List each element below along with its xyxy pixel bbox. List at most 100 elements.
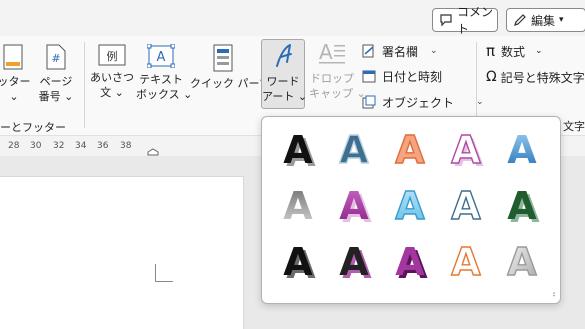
textbox-label-2: ボックス [136,88,180,101]
chevron-down-icon: ⌄ [476,97,484,107]
pencil-icon [513,13,527,27]
wordart-style-fill-orange-outline[interactable]: A [384,122,436,174]
pi-icon: π [486,42,496,60]
page-number-label-2: 番号 [38,90,61,103]
page-number-label-1: ページ [39,75,73,88]
textbox-icon: A [147,44,175,68]
svg-text:A: A [283,128,313,172]
svg-text:A: A [507,240,537,284]
wordart-style-fill-purple-3d[interactable]: AA [384,234,436,287]
wordart-style-fill-silver-gradient[interactable]: A [496,234,548,286]
svg-text:A: A [451,184,481,228]
svg-text:A: A [283,184,313,228]
chevron-down-icon: ⌄ [430,46,438,56]
wordart-style-gradient-purple-reflection[interactable]: AA [328,178,380,231]
footer-icon [3,44,23,70]
header-footer-group-label: ーとフッター [0,121,66,134]
svg-text:A: A [395,128,425,172]
dropcap-label-2: キャップ [309,87,353,100]
wordart-style-fill-white-purple-outline[interactable]: AA [440,122,492,175]
indent-marker-icon[interactable] [147,148,159,156]
wordart-style-fill-blue-gradient[interactable]: A [496,122,548,174]
signature-line-button[interactable]: 署名欄 ⌄ [362,40,438,62]
symbol-label: 記号と特殊文字 [500,70,585,85]
wordart-style-fill-dark-green[interactable]: AA [496,178,548,231]
svg-text:A: A [283,240,313,284]
svg-text:A: A [339,184,369,228]
page-number-button[interactable]: # ページ 番号 ⌄ [36,44,76,104]
svg-text:A: A [395,184,425,228]
wordart-style-outline-orange[interactable]: A [440,234,492,286]
quickparts-icon [213,44,233,72]
chevron-down-icon: ⌄ [114,86,124,99]
chevron-down-icon: ⌄ [535,46,543,56]
object-button[interactable]: オブジェクト ⌄ [362,91,484,113]
chevron-down-icon: ⌄ [297,90,308,103]
wordart-style-fill-black-purple-shadow[interactable]: AA [328,234,380,287]
wordart-button[interactable]: ワード アート ⌄ [261,39,308,109]
wordart-icon [276,44,292,67]
chevron-down-icon: ▾ [559,15,564,25]
ruler-tick: 36 [97,141,109,151]
chevron-down-icon: ⌄ [64,90,74,103]
page-number-icon: # [46,44,66,70]
title-actions-bar: コメント 編集 ▾ [0,0,585,36]
text-group-label: 文字 [563,120,585,133]
wordart-label-2: アート [262,90,295,103]
ruler-tick: 32 [53,141,65,151]
dropcap-label-1: ドロップ [310,72,354,85]
comment-icon [439,13,453,27]
wordart-style-gradient-gray[interactable]: A [272,178,324,230]
dropcap-icon: A [319,40,345,64]
greeting-button[interactable]: 例 あいさつ 文 ⌄ [90,44,134,100]
symbol-button[interactable]: Ω 記号と特殊文字 [486,66,585,88]
svg-text:A: A [339,240,369,284]
svg-text:A: A [157,50,166,65]
textbox-label-1: テキスト [139,73,183,86]
signature-icon [362,44,376,58]
textbox-button[interactable]: A テキスト ボックス ⌄ [136,44,192,102]
chevron-down-icon: ⌄ [9,90,19,103]
edit-mode-button[interactable]: 編集 ▾ [506,8,585,32]
svg-text:A: A [507,128,537,172]
wordart-style-fill-black-heavy-shadow[interactable]: AA [272,234,324,287]
date-time-button[interactable]: 日付と時刻 [362,65,442,87]
comment-button[interactable]: コメント [432,5,498,36]
ruler-tick: 30 [30,141,42,151]
svg-text:A: A [451,240,481,284]
ruler-tick: 38 [120,141,132,151]
wordart-style-fill-blue-gray-outline[interactable]: A [328,122,380,174]
svg-text:A: A [319,40,333,64]
resize-grip-icon[interactable]: ⠰ [549,290,556,300]
ruler-tick: 34 [75,141,87,151]
wordart-style-outline-blue-gray[interactable]: A [440,178,492,230]
date-time-label: 日付と時刻 [382,69,443,84]
svg-text:A: A [451,128,481,172]
svg-text:#: # [51,52,60,65]
object-label: オブジェクト [382,95,455,110]
wordart-style-fill-light-blue-outline[interactable]: A [384,178,436,230]
calendar-icon [362,69,376,83]
signature-line-label: 署名欄 [382,44,419,59]
equation-label: 数式 [501,44,526,59]
greeting-label-1: あいさつ [90,71,134,84]
edit-label: 編集 [531,13,556,28]
quickparts-label: クイック パーツ [190,77,271,90]
group-divider [84,42,85,128]
wordart-style-fill-black-shadow[interactable]: AA [272,122,324,175]
document-page[interactable] [0,176,244,329]
comment-label: コメント [457,5,494,36]
svg-text:A: A [507,184,537,228]
footer-button[interactable]: ッター ⌄ [0,44,32,104]
svg-text:A: A [395,240,425,284]
quickparts-button[interactable]: クイック パーツ ⌄ [190,44,283,91]
ruler-tick: 28 [8,141,20,151]
greeting-icon: 例 [98,44,126,66]
greeting-label-2: 文 [100,86,112,99]
wordart-label-1: ワード [266,75,300,88]
dropcap-button[interactable]: A ドロップ キャップ ⌄ [309,39,366,101]
svg-text:A: A [339,128,369,172]
object-icon [362,95,376,109]
equation-button[interactable]: π 数式 ⌄ [486,40,543,62]
margin-corner-mark [155,264,173,282]
